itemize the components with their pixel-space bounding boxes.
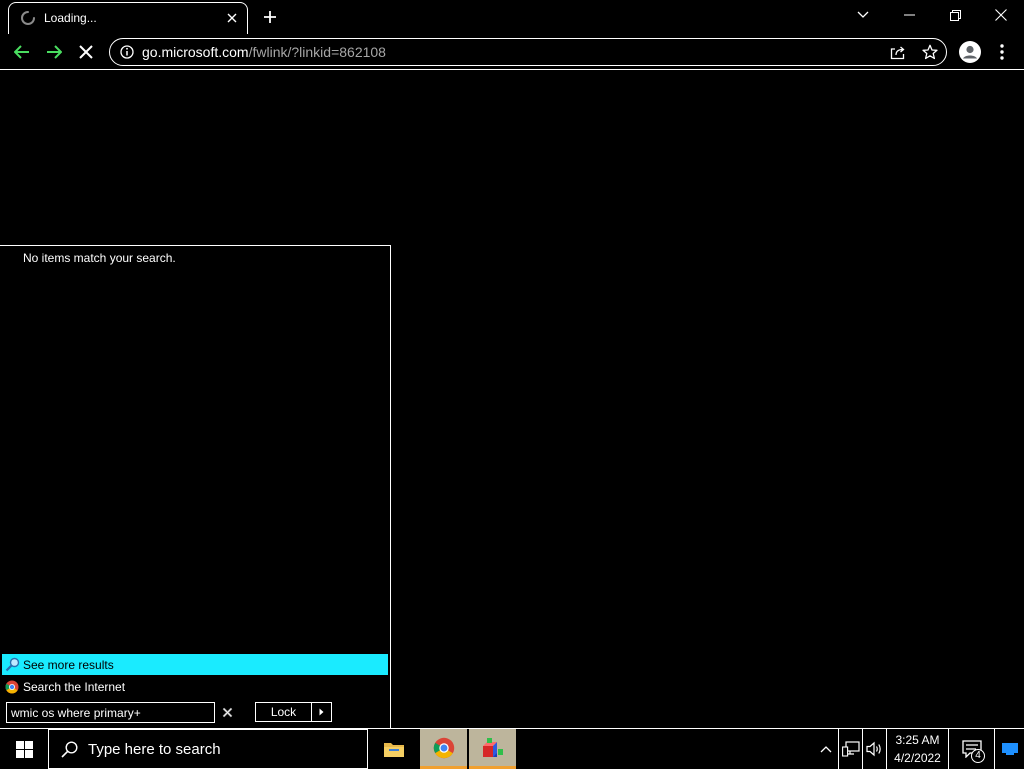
tab-strip: Loading... [0,0,1024,34]
url-host: go.microsoft.com [142,44,249,60]
browser-tab[interactable]: Loading... [8,2,248,34]
show-desktop-icon [1001,743,1018,755]
arrow-right-icon [319,708,324,716]
start-search-input[interactable]: wmic os where primary+ [6,702,215,723]
forward-button[interactable] [40,38,68,66]
taskbar-search-box[interactable]: Type here to search [48,729,368,769]
clock[interactable]: 3:25 AM 4/2/2022 [886,729,948,769]
chevron-up-icon [820,746,832,753]
restore-button[interactable] [932,0,978,30]
bookmark-star-icon[interactable] [922,44,938,60]
url-path: /fwlink/?linkid=862108 [248,44,386,60]
share-icon[interactable] [890,45,906,60]
browser-toolbar: go.microsoft.com/fwlink/?linkid=862108 [0,34,1024,70]
stop-icon [79,45,93,59]
network-icon [841,741,860,757]
no-results-message: No items match your search. [23,251,176,265]
start-menu-search-panel: No items match your search. See more res… [0,245,391,729]
see-more-results-item[interactable]: See more results [2,654,388,675]
folder-icon [384,743,404,757]
windows-logo-icon [15,740,33,758]
lock-button[interactable]: Lock [255,702,312,722]
clock-date: 4/2/2022 [894,751,941,765]
clock-time: 3:25 AM [895,733,940,747]
browser-menu-button[interactable] [988,38,1016,66]
tab-search-button[interactable] [840,0,886,30]
chevron-down-icon [857,11,869,18]
lock-button-label: Lock [270,705,297,719]
avatar-icon [959,41,981,63]
see-more-results-label: See more results [23,658,114,672]
search-internet-item[interactable]: Search the Internet [2,677,388,697]
chrome-icon [433,737,454,758]
taskbar-search-placeholder: Type here to search [88,741,221,758]
network-button[interactable] [838,729,862,769]
taskbar-file-explorer[interactable] [370,729,418,769]
action-center-button[interactable]: 4 [948,729,994,769]
close-window-button[interactable] [978,0,1024,30]
blocks-app-icon [482,737,503,757]
back-button[interactable] [8,38,36,66]
clear-search-icon[interactable] [222,707,233,718]
address-bar[interactable]: go.microsoft.com/fwlink/?linkid=862108 [109,38,947,66]
restore-icon [949,9,961,21]
profile-button[interactable] [956,38,984,66]
search-icon [61,741,78,758]
stop-button[interactable] [72,38,100,66]
volume-button[interactable] [862,729,886,769]
site-info-icon[interactable] [120,45,134,59]
minimize-button[interactable] [886,0,932,30]
close-icon [995,9,1007,21]
volume-icon [865,741,881,757]
loading-spinner-icon [20,10,36,26]
chrome-icon [5,680,19,694]
show-hidden-icons-button[interactable] [814,729,838,769]
start-button[interactable] [0,729,48,769]
url-text[interactable]: go.microsoft.com/fwlink/?linkid=862108 [142,44,386,60]
forward-arrow-icon [47,45,62,59]
taskbar-chrome[interactable] [420,729,467,769]
tab-title: Loading... [44,11,97,25]
show-desktop-button[interactable] [994,729,1024,769]
more-vertical-icon [1000,44,1004,60]
magnifier-icon [5,657,20,672]
notification-count-badge: 4 [971,749,985,763]
taskbar: Type here to search 3:25 AM 4/2/2022 4 [0,728,1024,769]
minimize-icon [903,14,915,16]
search-internet-label: Search the Internet [23,680,126,694]
shutdown-options-button[interactable] [311,702,332,722]
new-tab-button[interactable] [262,9,278,25]
back-arrow-icon [14,45,29,59]
taskbar-app-blocks[interactable] [469,729,516,769]
tab-close-icon[interactable] [227,13,237,23]
